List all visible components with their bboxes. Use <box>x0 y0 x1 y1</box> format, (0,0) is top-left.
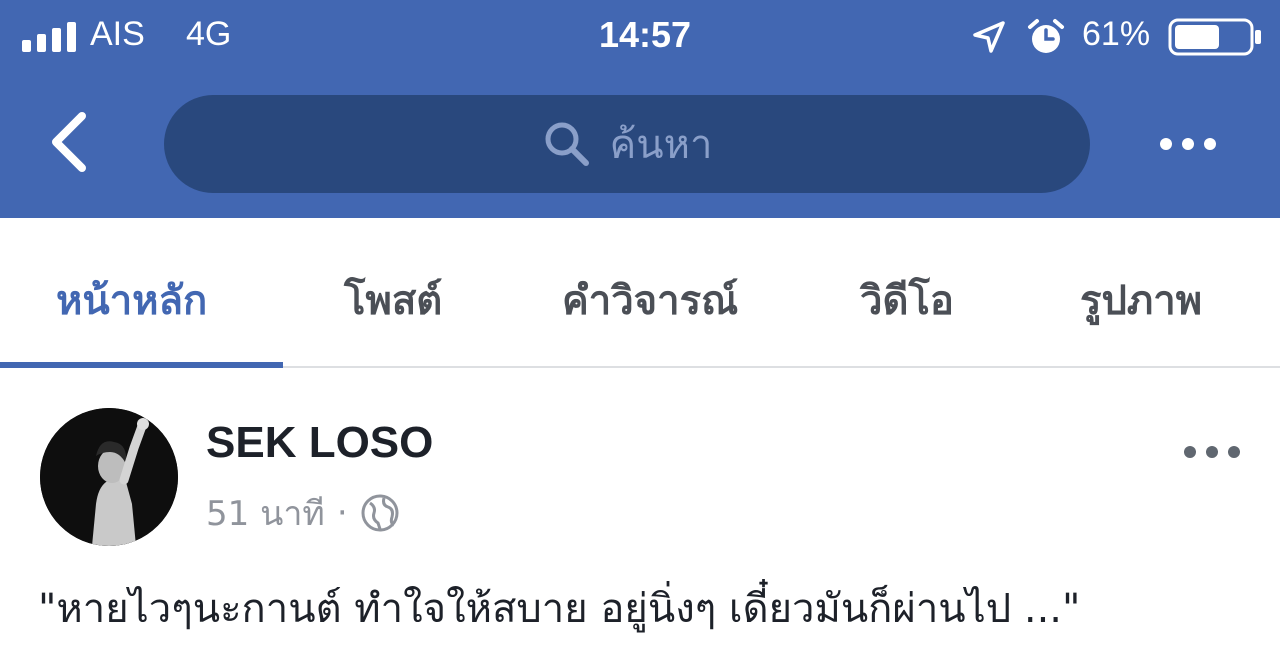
tab-photos[interactable]: รูปภาพ <box>1080 268 1202 332</box>
back-button[interactable] <box>38 106 102 178</box>
battery-percent: 61% <box>1082 15 1151 53</box>
post-text: "หายไวๆนะกานต์ ทำใจให้สบาย อยู่นิ่งๆ เดี… <box>38 586 1081 632</box>
post-more-button[interactable] <box>1182 440 1242 464</box>
top-bar: AIS 4G 14:57 61% ค้นหา <box>0 0 1280 218</box>
screen: AIS 4G 14:57 61% ค้นหา หน้าหลัก โพสต์ คำ… <box>0 0 1280 660</box>
tab-reviews[interactable]: คำวิจารณ์ <box>562 268 738 332</box>
post-card: SEK LOSO 51 นาที · "หายไวๆนะกานต์ ทำใจให… <box>0 368 1280 660</box>
post-meta: 51 นาที · <box>206 486 400 540</box>
post-author[interactable]: SEK LOSO <box>206 418 433 468</box>
search-placeholder: ค้นหา <box>609 122 713 168</box>
tab-home[interactable]: หน้าหลัก <box>56 268 207 332</box>
avatar[interactable] <box>40 408 178 546</box>
search-icon <box>545 122 589 166</box>
location-arrow-icon <box>973 21 1005 53</box>
globe-icon <box>361 494 399 532</box>
search-bar[interactable]: ค้นหา <box>164 95 1090 193</box>
alarm-clock-icon <box>1028 19 1064 53</box>
page-tabs: หน้าหลัก โพสต์ คำวิจารณ์ วิดีโอ รูปภาพ <box>0 218 1280 368</box>
battery-icon <box>1168 18 1261 56</box>
status-bar: AIS 4G 14:57 61% <box>0 0 1280 76</box>
meta-separator: · <box>336 493 348 533</box>
more-options-button[interactable] <box>1156 126 1220 162</box>
tab-posts[interactable]: โพสต์ <box>344 268 442 332</box>
search-content: ค้นหา <box>164 95 1090 193</box>
post-time[interactable]: 51 นาที <box>206 486 325 540</box>
tab-videos[interactable]: วิดีโอ <box>860 268 954 332</box>
avatar-image <box>40 408 178 546</box>
